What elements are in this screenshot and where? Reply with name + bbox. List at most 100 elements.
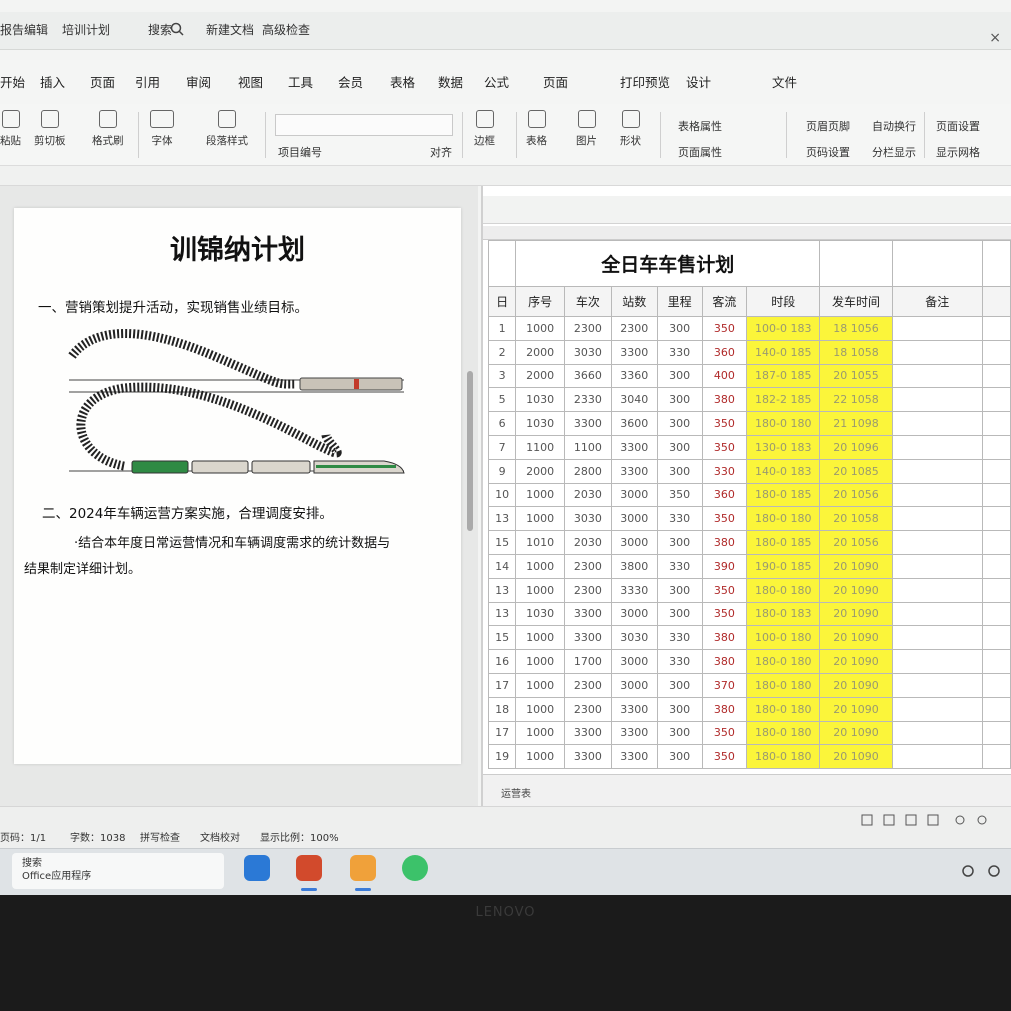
paragraph-style-button[interactable]: 段落样式: [206, 110, 248, 148]
gridlines-button[interactable]: 显示网格: [936, 144, 980, 160]
grid-cell[interactable]: 20 1096: [819, 434, 893, 460]
grid-cell[interactable]: 3030: [563, 339, 612, 365]
grid-cell[interactable]: 2300: [563, 696, 612, 722]
column-header[interactable]: 时段: [746, 286, 821, 317]
tab-new-doc[interactable]: 新建文档: [206, 21, 254, 38]
grid-cell[interactable]: [891, 339, 983, 365]
grid-cell[interactable]: [981, 482, 1011, 508]
menu-item[interactable]: 页面: [90, 72, 115, 91]
grid-cell[interactable]: 1000: [515, 720, 565, 746]
grid-cell[interactable]: 180-0 180: [746, 744, 821, 770]
grid-cell[interactable]: 2300: [563, 672, 612, 698]
grid-cell[interactable]: 2330: [563, 387, 612, 413]
menu-item[interactable]: 工具: [288, 72, 313, 91]
grid-cell[interactable]: [981, 577, 1011, 603]
grid-cell[interactable]: 3000: [610, 672, 658, 698]
grid-cell[interactable]: 3030: [610, 625, 658, 651]
grid-cell[interactable]: 1000: [515, 577, 565, 603]
grid-cell[interactable]: 3300: [610, 696, 658, 722]
grid-cell[interactable]: 20 1090: [819, 744, 893, 770]
search-icon[interactable]: [170, 22, 184, 36]
menu-item[interactable]: 插入: [40, 72, 65, 91]
grid-cell[interactable]: 7: [487, 434, 517, 460]
grid-cell[interactable]: 350: [701, 720, 748, 746]
column-header[interactable]: 客流: [701, 286, 748, 317]
grid-cell[interactable]: 300: [656, 363, 703, 389]
menu-item[interactable]: 开始: [0, 72, 25, 91]
grid-cell[interactable]: 1000: [515, 649, 565, 674]
grid-cell[interactable]: 100-0 180: [746, 625, 821, 651]
grid-cell[interactable]: 1: [487, 316, 517, 341]
grid-cell[interactable]: 300: [656, 411, 703, 436]
grid-cell[interactable]: 3300: [563, 625, 612, 651]
presentation-app-icon[interactable]: [296, 855, 322, 881]
grid-cell[interactable]: 350: [701, 316, 748, 341]
grid-cell[interactable]: 20 1090: [819, 672, 893, 698]
table-button[interactable]: 表格: [526, 110, 547, 148]
grid-cell[interactable]: 3800: [610, 553, 658, 579]
grid-cell[interactable]: [819, 240, 893, 287]
grid-cell[interactable]: [981, 458, 1011, 484]
grid-cell[interactable]: [891, 672, 983, 698]
tab-report[interactable]: 报告编辑: [0, 21, 48, 38]
grid-cell[interactable]: 2: [487, 339, 517, 365]
align-button[interactable]: 对齐: [430, 144, 452, 160]
grid-cell[interactable]: [981, 744, 1011, 770]
menu-item[interactable]: 设计: [686, 72, 711, 91]
grid-cell[interactable]: 20 1090: [819, 720, 893, 746]
grid-cell[interactable]: 180-0 180: [746, 649, 821, 674]
grid-cell[interactable]: [981, 553, 1011, 579]
grid-cell[interactable]: [981, 649, 1011, 674]
table-properties-button[interactable]: 表格属性: [678, 118, 722, 134]
grid-cell[interactable]: 3300: [610, 458, 658, 484]
grid-cell[interactable]: 2000: [515, 339, 565, 365]
grid-cell[interactable]: [891, 411, 983, 436]
grid-cell[interactable]: 180-0 180: [746, 672, 821, 698]
grid-cell[interactable]: 330: [656, 339, 703, 365]
grid-cell[interactable]: 20 1090: [819, 601, 893, 627]
status-zoom[interactable]: 显示比例：100%: [260, 829, 339, 844]
grid-cell[interactable]: 20 1058: [819, 506, 893, 532]
column-header[interactable]: 日: [487, 286, 517, 317]
status-proofing[interactable]: 文档校对: [200, 829, 240, 844]
grid-cell[interactable]: 17: [487, 672, 517, 698]
grid-cell[interactable]: 3660: [563, 363, 612, 389]
document-page[interactable]: 训锦纳计划 一、营销策划提升活动，实现销售业绩目标。 二、2024年车辆运营方案…: [14, 208, 461, 764]
grid-cell[interactable]: 380: [701, 387, 748, 413]
grid-cell[interactable]: 2000: [515, 458, 565, 484]
grid-cell[interactable]: 20 1055: [819, 363, 893, 389]
grid-cell[interactable]: 300: [656, 530, 703, 555]
grid-cell[interactable]: 18 1056: [819, 316, 893, 341]
grid-cell[interactable]: [891, 434, 983, 460]
grid-cell[interactable]: 14: [487, 553, 517, 579]
grid-cell[interactable]: 1010: [515, 530, 565, 555]
numbering-button[interactable]: 项目编号: [278, 144, 322, 160]
grid-cell[interactable]: 1000: [515, 553, 565, 579]
grid-cell[interactable]: 180-0 180: [746, 696, 821, 722]
column-header[interactable]: 发车时间: [819, 286, 893, 317]
grid-cell[interactable]: [981, 286, 1011, 317]
grid-cell[interactable]: 3330: [610, 577, 658, 603]
menu-item[interactable]: 公式: [484, 72, 509, 91]
grid-cell[interactable]: 3000: [610, 601, 658, 627]
page-properties-button[interactable]: 页面属性: [678, 144, 722, 160]
grid-cell[interactable]: 3030: [563, 506, 612, 532]
grid-cell[interactable]: [891, 720, 983, 746]
clipboard-button[interactable]: 剪切板: [34, 110, 66, 148]
grid-cell[interactable]: 140-0 183: [746, 458, 821, 484]
menu-item[interactable]: 页面: [543, 72, 568, 91]
grid-cell[interactable]: 360: [701, 482, 748, 508]
grid-cell[interactable]: 15: [487, 530, 517, 555]
formula-bar[interactable]: [483, 196, 1011, 224]
font-button[interactable]: 字体: [150, 110, 174, 148]
page-number-button[interactable]: 页码设置: [806, 144, 850, 160]
grid-cell[interactable]: 6: [487, 411, 517, 436]
grid-cell[interactable]: [891, 387, 983, 413]
column-header[interactable]: 站数: [610, 286, 658, 317]
grid-cell[interactable]: [487, 240, 517, 287]
grid-cell[interactable]: 1030: [515, 601, 565, 627]
grid-cell[interactable]: 300: [656, 744, 703, 770]
grid-cell[interactable]: 10: [487, 482, 517, 508]
menu-item[interactable]: 文件: [772, 72, 797, 91]
grid-cell[interactable]: [891, 553, 983, 579]
